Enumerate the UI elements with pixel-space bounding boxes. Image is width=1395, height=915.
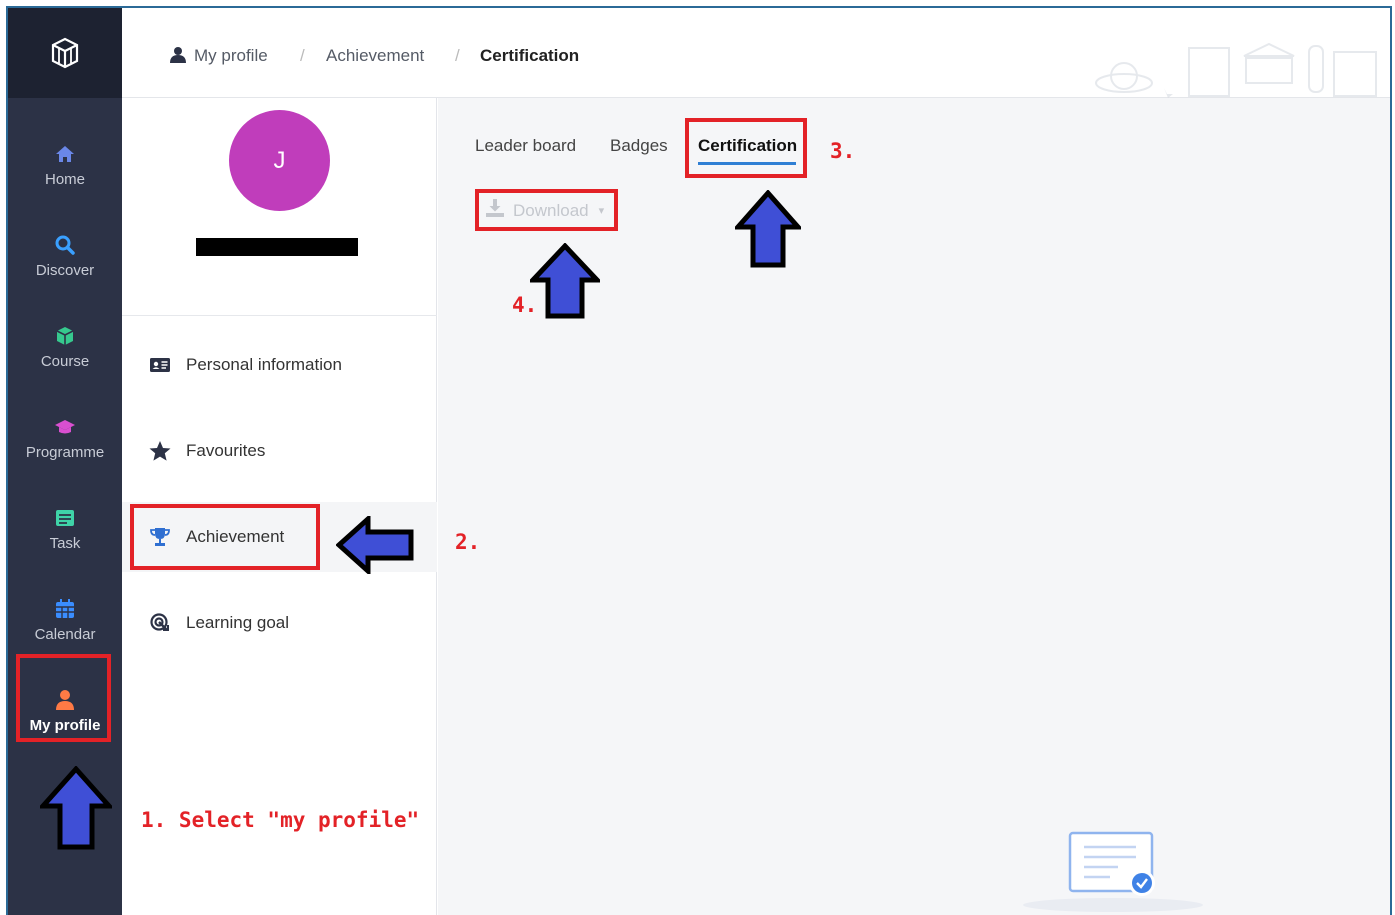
menu-item-label: Favourites [186, 441, 266, 460]
annotation-box-certification [685, 118, 807, 178]
logo-icon [51, 37, 79, 69]
sidebar-item-calendar[interactable]: Calendar [8, 580, 122, 660]
app-logo[interactable] [8, 8, 122, 98]
home-icon [55, 143, 75, 165]
breadcrumb-my-profile[interactable]: My profile [194, 46, 268, 66]
annotation-step-1: 1. Select "my profile" [141, 808, 420, 832]
annotation-box-my-profile [16, 654, 111, 742]
graduation-cap-icon [54, 416, 76, 438]
breadcrumb-certification: Certification [480, 46, 580, 65]
tab-badges[interactable]: Badges [610, 136, 668, 156]
annotation-box-achievement [130, 504, 320, 570]
breadcrumb-separator: / [300, 46, 305, 65]
breadcrumb-separator: / [455, 46, 460, 65]
sidebar-item-task[interactable]: Task [8, 489, 122, 569]
cube-icon [55, 325, 75, 347]
certificate-empty-icon [1023, 831, 1203, 912]
annotation-step-2: 2. [455, 530, 481, 554]
menu-item-learning-goal[interactable]: Learning goal [122, 588, 437, 658]
breadcrumb-achievement[interactable]: Achievement [326, 46, 424, 66]
redacted-username [196, 238, 358, 256]
annotation-arrow-up-icon [530, 243, 600, 319]
menu-item-personal-information[interactable]: Personal information [122, 330, 437, 400]
breadcrumb-user-icon [170, 46, 186, 68]
avatar: J [229, 110, 330, 211]
top-bar: My profile / Achievement / Certification [122, 8, 1390, 98]
annotation-step-3: 3. [830, 139, 856, 163]
annotation-box-download [475, 189, 618, 231]
sidebar-item-course[interactable]: Course [8, 307, 122, 387]
sidebar-item-home[interactable]: Home [8, 125, 122, 205]
calendar-icon [55, 598, 75, 620]
menu-item-label: Personal information [186, 355, 342, 374]
sidebar-item-label: Course [40, 352, 90, 370]
menu-item-label: Learning goal [186, 613, 290, 632]
menu-item-favourites[interactable]: Favourites [122, 416, 437, 486]
header-illustration [1095, 42, 1377, 98]
star-icon [148, 441, 172, 461]
sidebar-item-label: Task [49, 534, 81, 552]
sidebar-item-discover[interactable]: Discover [8, 216, 122, 296]
annotation-arrow-up-icon [40, 766, 112, 850]
sidebar-item-label: Programme [25, 443, 105, 461]
id-card-icon [148, 358, 172, 372]
sidebar-item-label: Calendar [34, 625, 96, 643]
sidebar-item-programme[interactable]: Programme [8, 398, 122, 478]
target-icon [148, 613, 172, 633]
divider [122, 315, 437, 316]
sidebar-item-label: Discover [35, 261, 95, 279]
search-icon [55, 234, 75, 256]
tab-leader-board[interactable]: Leader board [475, 136, 576, 156]
sidebar-item-label: Home [44, 170, 85, 188]
annotation-arrow-left-icon [336, 516, 414, 574]
annotation-arrow-up-icon [735, 190, 801, 268]
task-list-icon [55, 507, 75, 529]
